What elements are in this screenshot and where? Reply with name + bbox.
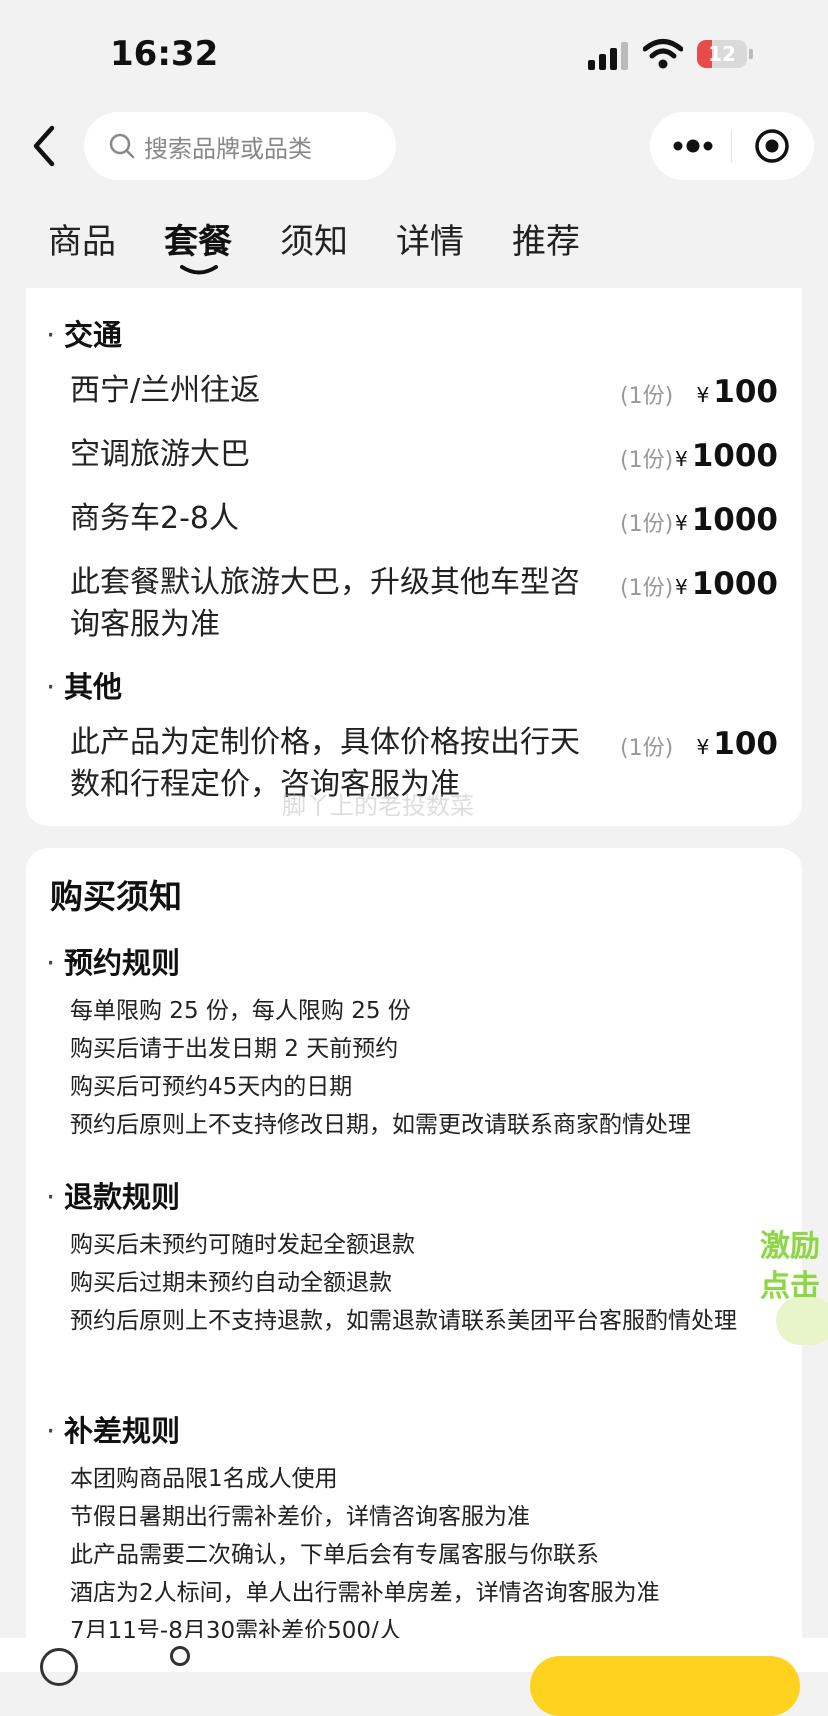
favorite-icon[interactable] — [170, 1646, 190, 1666]
tab-notice[interactable]: 须知 — [280, 214, 348, 263]
battery-level: 12 — [708, 42, 736, 66]
rule-line: 购买后可预约45天内的日期 — [70, 1074, 353, 1100]
package-item-qty: (1份) — [620, 512, 674, 537]
capsule-divider — [731, 130, 732, 162]
package-item-name: 此套餐默认旅游大巴，升级其他车型咨询客服为准 — [70, 565, 580, 642]
status-bar: 16:32 12 — [0, 0, 828, 110]
rule-line: 预约后原则上不支持修改日期，如需更改请联系商家酌情处理 — [70, 1112, 691, 1138]
rule-line: 购买后未预约可随时发起全额退款 — [70, 1232, 415, 1258]
cellular-signal-icon — [588, 42, 630, 70]
package-item-qty: (1份) — [620, 736, 674, 761]
rule-line: 每单限购 25 份，每人限购 25 份 — [70, 998, 411, 1024]
rule-line: 本团购商品限1名成人使用 — [70, 1466, 338, 1492]
rule-line: 预约后原则上不支持退款，如需退款请联系美团平台客服酌情处理 — [70, 1308, 737, 1334]
package-item-qty: (1份) — [620, 448, 674, 473]
wifi-icon — [643, 39, 683, 69]
badge-line-1: 激励 — [760, 1229, 820, 1264]
home-icon[interactable] — [40, 1648, 78, 1686]
bottom-action-bar — [0, 1638, 828, 1716]
package-item-price: ¥1000 — [674, 566, 778, 602]
package-item-price: ¥1000 — [674, 502, 778, 538]
rule-line: 7月11号-8月30需补差价500/人 — [70, 1618, 402, 1638]
rule-line: 此产品需要二次确认，下单后会有专属客服与你联系 — [70, 1542, 599, 1568]
status-time: 16:32 — [110, 34, 219, 74]
section-heading: · 补差规则 — [46, 1414, 181, 1448]
search-icon — [109, 133, 135, 159]
rule-line: 购买后请于出发日期 2 天前预约 — [70, 1036, 399, 1062]
section-heading: · 其他 — [46, 670, 123, 704]
rule-line: 购买后过期未预约自动全额退款 — [70, 1270, 392, 1296]
watermark: 脚丫上的老投数菜 — [282, 792, 474, 820]
package-item-qty: (1份) — [620, 576, 674, 601]
section-title: 交通 — [64, 318, 123, 352]
mascot-icon — [776, 1297, 828, 1345]
package-item-price: ¥100 — [696, 374, 778, 410]
package-item-qty: (1份) — [620, 384, 674, 409]
tab-products[interactable]: 商品 — [48, 214, 116, 263]
section-heading: · 预约规则 — [46, 946, 181, 980]
back-icon[interactable] — [20, 120, 72, 172]
battery-icon: 12 — [697, 40, 753, 70]
section-title: 其他 — [64, 670, 123, 704]
card-title: 购买须知 — [50, 877, 182, 916]
rule-line: 节假日暑期出行需补差价，详情咨询客服为准 — [70, 1504, 530, 1530]
rule-line: 酒店为2人标间，单人出行需补单房差，详情咨询客服为准 — [70, 1580, 660, 1606]
package-item-name: 空调旅游大巴 — [70, 437, 250, 472]
more-icon[interactable] — [672, 134, 714, 158]
active-tab-indicator — [180, 265, 218, 275]
section-title: 预约规则 — [64, 946, 181, 980]
section-title: 补差规则 — [64, 1414, 181, 1448]
tab-details[interactable]: 详情 — [396, 214, 464, 263]
package-item-price: ¥1000 — [674, 438, 778, 474]
search-input[interactable]: 搜索品牌或品类 — [84, 112, 396, 180]
purchase-notice-card: 购买须知 · 预约规则 每单限购 25 份，每人限购 25 份 购买后请于出发日期… — [26, 848, 802, 1638]
package-item-name: 西宁/兰州往返 — [70, 373, 261, 408]
mini-program-capsule — [650, 112, 814, 180]
search-placeholder: 搜索品牌或品类 — [144, 135, 312, 163]
section-heading: · 交通 — [46, 318, 123, 352]
package-item-price: ¥100 — [696, 726, 778, 762]
section-heading: · 退款规则 — [46, 1180, 181, 1214]
package-card: · 交通 西宁/兰州往返 (1份) ¥100 空调旅游大巴 (1份) ¥1000 … — [26, 288, 802, 826]
section-title: 退款规则 — [64, 1180, 181, 1214]
buy-button[interactable] — [530, 1656, 800, 1716]
close-mini-program-icon[interactable] — [754, 128, 790, 164]
incentive-floating-badge[interactable]: 激励 点击 — [760, 1215, 828, 1345]
tab-package[interactable]: 套餐 — [164, 214, 232, 263]
package-item-name: 商务车2-8人 — [70, 501, 239, 536]
tab-recommend[interactable]: 推荐 — [512, 214, 580, 263]
